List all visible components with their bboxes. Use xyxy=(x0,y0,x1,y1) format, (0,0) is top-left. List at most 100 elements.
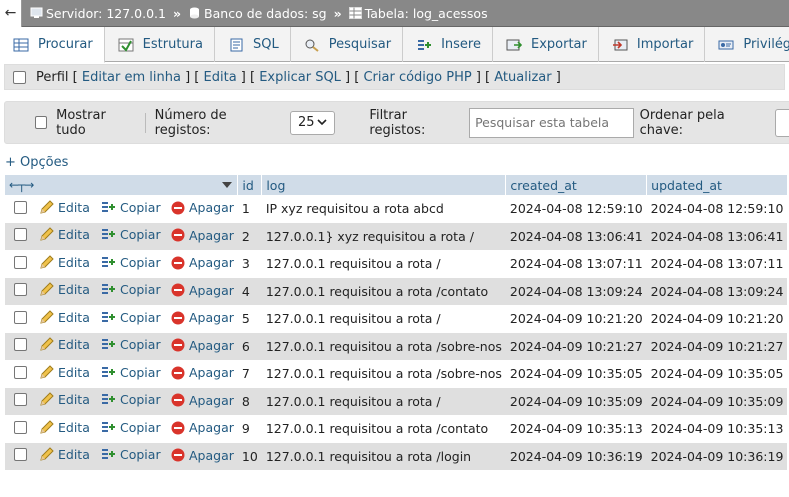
row-checkbox-cell[interactable] xyxy=(5,387,35,415)
copy-action[interactable]: Copiar xyxy=(97,277,167,305)
profiling-checkbox[interactable] xyxy=(13,70,26,84)
delete-action[interactable]: Apagar xyxy=(167,195,238,223)
tab-insere[interactable]: Insere xyxy=(403,27,493,62)
edit-label[interactable]: Edita xyxy=(58,392,90,407)
row-checkbox[interactable] xyxy=(13,255,27,269)
row-checkbox-cell[interactable] xyxy=(5,222,35,250)
row-checkbox-cell[interactable] xyxy=(5,277,35,305)
create-php-code-link[interactable]: Criar código PHP xyxy=(363,70,471,85)
edit-action[interactable]: Edita xyxy=(35,222,97,250)
copy-action[interactable]: Copiar xyxy=(97,305,167,333)
table-row[interactable]: Edita Copiar Apagar 9 127.0.0.1 requisitou a… xyxy=(5,415,788,443)
copy-label[interactable]: Copiar xyxy=(120,255,161,270)
refresh-link[interactable]: Atualizar xyxy=(494,70,551,85)
edit-action[interactable]: Edita xyxy=(35,415,97,443)
edit-label[interactable]: Edita xyxy=(58,420,90,435)
copy-action[interactable]: Copiar xyxy=(97,387,167,415)
delete-label[interactable]: Apagar xyxy=(189,338,234,353)
copy-action[interactable]: Copiar xyxy=(97,332,167,360)
tab-estrutura[interactable]: Estrutura xyxy=(105,27,215,62)
row-checkbox-cell[interactable] xyxy=(5,250,35,278)
copy-action[interactable]: Copiar xyxy=(97,442,167,470)
row-checkbox[interactable] xyxy=(13,365,27,379)
delete-action[interactable]: Apagar xyxy=(167,250,238,278)
edit-action[interactable]: Edita xyxy=(35,195,97,223)
row-checkbox[interactable] xyxy=(13,310,27,324)
delete-action[interactable]: Apagar xyxy=(167,305,238,333)
delete-action[interactable]: Apagar xyxy=(167,277,238,305)
copy-action[interactable]: Copiar xyxy=(97,415,167,443)
options-link[interactable]: + Opções xyxy=(5,155,68,170)
delete-label[interactable]: Apagar xyxy=(189,448,234,463)
edit-action[interactable]: Edita xyxy=(35,332,97,360)
copy-label[interactable]: Copiar xyxy=(120,365,161,380)
row-checkbox[interactable] xyxy=(13,420,27,434)
delete-label[interactable]: Apagar xyxy=(189,255,234,270)
table-row[interactable]: Edita Copiar Apagar 4 127.0.0.1 requisitou a… xyxy=(5,277,788,305)
edit-label[interactable]: Edita xyxy=(58,447,90,462)
row-checkbox-cell[interactable] xyxy=(5,332,35,360)
edit-label[interactable]: Edita xyxy=(58,337,90,352)
edit-action[interactable]: Edita xyxy=(35,250,97,278)
edit-label[interactable]: Edita xyxy=(58,310,90,325)
row-checkbox[interactable] xyxy=(13,338,27,352)
edit-query-link[interactable]: Edita xyxy=(204,70,237,85)
copy-action[interactable]: Copiar xyxy=(97,250,167,278)
delete-label[interactable]: Apagar xyxy=(189,310,234,325)
copy-label[interactable]: Copiar xyxy=(120,310,161,325)
delete-action[interactable]: Apagar xyxy=(167,387,238,415)
table-row[interactable]: Edita Copiar Apagar 1 IP xyz requisitou a ro… xyxy=(5,195,788,223)
edit-label[interactable]: Edita xyxy=(58,200,90,215)
edit-action[interactable]: Edita xyxy=(35,442,97,470)
edit-label[interactable]: Edita xyxy=(58,255,90,270)
edit-action[interactable]: Edita xyxy=(35,305,97,333)
table-row[interactable]: Edita Copiar Apagar 6 127.0.0.1 requisitou a… xyxy=(5,332,788,360)
column-resize-icon[interactable]: ←┬→ xyxy=(9,178,34,192)
row-checkbox-cell[interactable] xyxy=(5,360,35,388)
tab-pesquisar[interactable]: Pesquisar xyxy=(291,27,404,62)
row-checkbox-cell[interactable] xyxy=(5,195,35,223)
filter-input[interactable]: Pesquisar esta tabela xyxy=(469,107,634,138)
breadcrumb-table[interactable]: Tabela: log_acessos xyxy=(348,6,488,21)
tab-exportar[interactable]: Exportar xyxy=(493,27,599,62)
explain-sql-link[interactable]: Explicar SQL xyxy=(259,70,341,85)
copy-label[interactable]: Copiar xyxy=(120,337,161,352)
tab-importar[interactable]: Importar xyxy=(599,27,706,62)
delete-label[interactable]: Apagar xyxy=(189,393,234,408)
tab-procurar[interactable]: Procurar xyxy=(0,27,105,63)
table-row[interactable]: Edita Copiar Apagar 3 127.0.0.1 requisitou a… xyxy=(5,250,788,278)
delete-action[interactable]: Apagar xyxy=(167,442,238,470)
delete-action[interactable]: Apagar xyxy=(167,222,238,250)
copy-label[interactable]: Copiar xyxy=(120,447,161,462)
edit-action[interactable]: Edita xyxy=(35,277,97,305)
copy-action[interactable]: Copiar xyxy=(97,360,167,388)
edit-label[interactable]: Edita xyxy=(58,227,90,242)
copy-action[interactable]: Copiar xyxy=(97,195,167,223)
table-row[interactable]: Edita Copiar Apagar 7 127.0.0.1 requisitou a… xyxy=(5,360,788,388)
breadcrumb-server[interactable]: Servidor: 127.0.0.1 xyxy=(30,6,166,21)
breadcrumb-database[interactable]: Banco de dados: sg xyxy=(188,6,327,21)
breadcrumb-database-label[interactable]: Banco de dados: sg xyxy=(204,6,327,21)
delete-label[interactable]: Apagar xyxy=(189,365,234,380)
delete-label[interactable]: Apagar xyxy=(189,200,234,215)
breadcrumb-server-label[interactable]: Servidor: 127.0.0.1 xyxy=(46,6,166,21)
copy-label[interactable]: Copiar xyxy=(120,392,161,407)
delete-label[interactable]: Apagar xyxy=(189,283,234,298)
row-checkbox-cell[interactable] xyxy=(5,305,35,333)
tab-sql[interactable]: SQL xyxy=(215,27,291,62)
row-checkbox-cell[interactable] xyxy=(5,442,35,470)
row-checkbox[interactable] xyxy=(13,448,27,462)
copy-label[interactable]: Copiar xyxy=(120,227,161,242)
edit-action[interactable]: Edita xyxy=(35,360,97,388)
copy-label[interactable]: Copiar xyxy=(120,420,161,435)
row-checkbox[interactable] xyxy=(13,393,27,407)
column-header-id[interactable]: id xyxy=(237,175,263,195)
column-header-log[interactable]: log xyxy=(261,175,507,195)
sort-dropdown-icon[interactable] xyxy=(221,181,233,189)
table-row[interactable]: Edita Copiar Apagar 2 127.0.0.1} xyz requisi… xyxy=(5,222,788,250)
sort-key-select[interactable] xyxy=(774,108,789,137)
table-row[interactable]: Edita Copiar Apagar 5 127.0.0.1 requisitou a… xyxy=(5,305,788,333)
copy-action[interactable]: Copiar xyxy=(97,222,167,250)
num-records-select[interactable]: 25 xyxy=(290,110,336,135)
edit-action[interactable]: Edita xyxy=(35,387,97,415)
